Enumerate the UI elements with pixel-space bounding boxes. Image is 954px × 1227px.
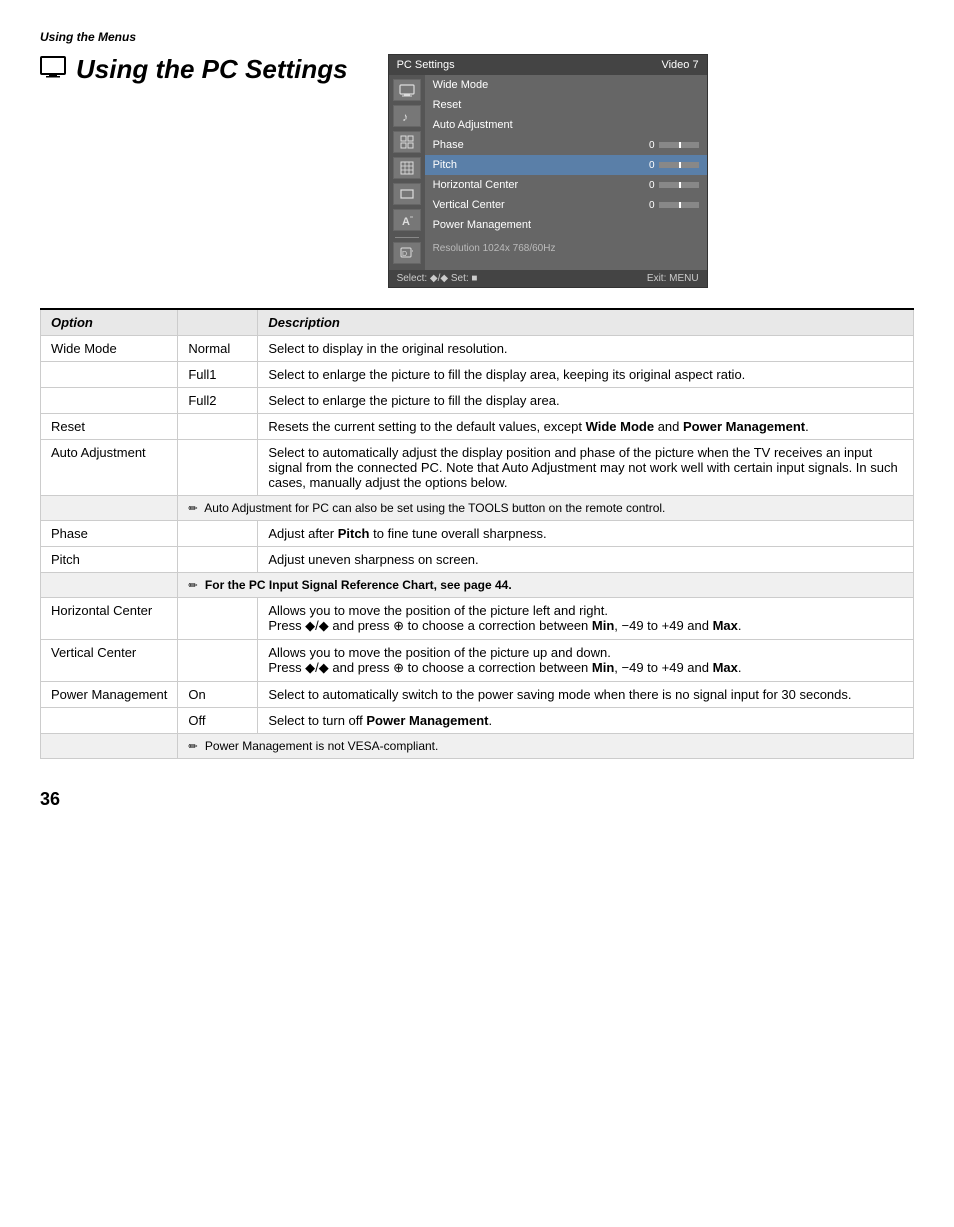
table-row: Wide Mode Normal Select to display in th… <box>41 336 914 362</box>
table-row: Horizontal Center Allows you to move the… <box>41 598 914 640</box>
panel-icon-list: ♪ <box>389 75 425 270</box>
table-row: Reset Resets the current setting to the … <box>41 414 914 440</box>
page-number: 36 <box>40 789 914 810</box>
page-title: Using the PC Settings <box>40 54 348 85</box>
sub-vcenter-empty <box>178 640 258 682</box>
table-row: Phase Adjust after Pitch to fine tune ov… <box>41 521 914 547</box>
sub-option-normal: Normal <box>178 336 258 362</box>
panel-icon-1[interactable] <box>393 79 421 101</box>
menu-item-reset[interactable]: Reset <box>425 95 707 115</box>
desc-power-on: Select to automatically switch to the po… <box>258 682 914 708</box>
panel-footer: Select: ◆/◆ Set: ■ Exit: MENU <box>389 270 707 287</box>
table-row: Full1 Select to enlarge the picture to f… <box>41 362 914 388</box>
option-horizontal-center: Horizontal Center <box>41 598 178 640</box>
note-power-management: ✏ Power Management is not VESA-compliant… <box>178 734 914 759</box>
menu-item-auto-adjustment[interactable]: Auto Adjustment <box>425 115 707 135</box>
panel-menu: Wide Mode Reset Auto Adjustment Phase 0 … <box>425 75 707 270</box>
desc-auto-adjustment: Select to automatically adjust the displ… <box>258 440 914 496</box>
note-pitch: ✏ For the PC Input Signal Reference Char… <box>178 573 914 598</box>
option-reset: Reset <box>41 414 178 440</box>
option-empty-2 <box>41 388 178 414</box>
desc-power-off: Select to turn off Power Management. <box>258 708 914 734</box>
table-row-note: ✏ Power Management is not VESA-compliant… <box>41 734 914 759</box>
sub-auto-empty <box>178 440 258 496</box>
sub-reset-empty <box>178 414 258 440</box>
table-row-note: ✏ Auto Adjustment for PC can also be set… <box>41 496 914 521</box>
pc-settings-panel: PC Settings Video 7 ♪ <box>388 54 708 288</box>
menu-item-power-management[interactable]: Power Management <box>425 215 707 235</box>
note-auto-adjustment: ✏ Auto Adjustment for PC can also be set… <box>178 496 914 521</box>
desc-reset: Resets the current setting to the defaul… <box>258 414 914 440</box>
menu-item-vertical-center[interactable]: Vertical Center 0 <box>425 195 707 215</box>
note-icon: ✏ <box>188 503 197 515</box>
panel-header: PC Settings Video 7 <box>389 55 707 75</box>
table-row: Pitch Adjust uneven sharpness on screen. <box>41 547 914 573</box>
table-row: Full2 Select to enlarge the picture to f… <box>41 388 914 414</box>
desc-full2: Select to enlarge the picture to fill th… <box>258 388 914 414</box>
option-power-management: Power Management <box>41 682 178 708</box>
col-suboption-header <box>178 309 258 336</box>
main-content: Option Description Wide Mode Normal Sele… <box>40 308 914 759</box>
sub-option-off: Off <box>178 708 258 734</box>
desc-full1: Select to enlarge the picture to fill th… <box>258 362 914 388</box>
resolution-text: Resolution 1024x 768/60Hz <box>425 235 707 258</box>
option-wide-mode: Wide Mode <box>41 336 178 362</box>
option-vertical-center: Vertical Center <box>41 640 178 682</box>
option-empty-1 <box>41 362 178 388</box>
option-pitch: Pitch <box>41 547 178 573</box>
note-icon-2: ✏ <box>188 580 197 592</box>
table-row: Off Select to turn off Power Management. <box>41 708 914 734</box>
table-row: Auto Adjustment Select to automatically … <box>41 440 914 496</box>
note-icon-3: ✏ <box>188 741 197 753</box>
desc-phase: Adjust after Pitch to fine tune overall … <box>258 521 914 547</box>
sub-hcenter-empty <box>178 598 258 640</box>
option-phase: Phase <box>41 521 178 547</box>
col-option-header: Option <box>41 309 178 336</box>
desc-normal: Select to display in the original resolu… <box>258 336 914 362</box>
panel-icon-2[interactable]: ♪ <box>393 105 421 127</box>
svg-text:D: D <box>402 251 407 258</box>
panel-video-label: Video 7 <box>661 59 698 71</box>
menu-item-pitch[interactable]: Pitch 0 <box>425 155 707 175</box>
sub-pitch-empty <box>178 547 258 573</box>
sub-option-full1: Full1 <box>178 362 258 388</box>
table-row: Vertical Center Allows you to move the p… <box>41 640 914 682</box>
panel-icon-4[interactable] <box>393 157 421 179</box>
panel-icon-3[interactable] <box>393 131 421 153</box>
panel-select-hint: Select: ◆/◆ Set: ■ <box>397 273 478 284</box>
menu-item-phase[interactable]: Phase 0 <box>425 135 707 155</box>
panel-title: PC Settings <box>397 59 455 71</box>
option-pm-empty <box>41 708 178 734</box>
options-table: Option Description Wide Mode Normal Sele… <box>40 308 914 759</box>
desc-vertical-center: Allows you to move the position of the p… <box>258 640 914 682</box>
sub-option-on: On <box>178 682 258 708</box>
svg-text:A: A <box>402 216 410 227</box>
breadcrumb: Using the Menus <box>40 30 914 44</box>
desc-horizontal-center: Allows you to move the position of the p… <box>258 598 914 640</box>
menu-item-horizontal-center[interactable]: Horizontal Center 0 <box>425 175 707 195</box>
table-row: Power Management On Select to automatica… <box>41 682 914 708</box>
table-row-note: ✏ For the PC Input Signal Reference Char… <box>41 573 914 598</box>
monitor-icon <box>40 54 66 85</box>
desc-pitch: Adjust uneven sharpness on screen. <box>258 547 914 573</box>
menu-item-wide-mode[interactable]: Wide Mode <box>425 75 707 95</box>
panel-icon-5[interactable] <box>393 183 421 205</box>
panel-icon-6[interactable]: A <box>393 209 421 231</box>
option-auto-adjustment: Auto Adjustment <box>41 440 178 496</box>
col-description-header: Description <box>258 309 914 336</box>
sub-phase-empty <box>178 521 258 547</box>
panel-exit-hint: Exit: MENU <box>647 273 699 284</box>
sub-option-full2: Full2 <box>178 388 258 414</box>
svg-text:♪: ♪ <box>402 110 408 123</box>
panel-icon-7[interactable]: D <box>393 242 421 264</box>
